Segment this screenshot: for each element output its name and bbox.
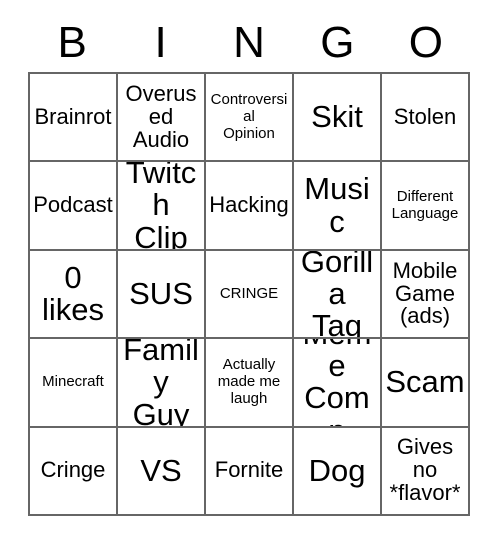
bingo-cell-g2[interactable]: Music [294,162,382,251]
bingo-cell-label: Family Guy [123,339,199,428]
bingo-cell-label: Gorilla Tag [300,250,374,340]
bingo-cell-label: Brainrot [34,103,112,129]
bingo-cell-g1[interactable]: Skit [294,74,382,163]
bingo-cell-label: Overused Audio [125,80,197,152]
bingo-cell-i3[interactable]: SUS [118,250,206,340]
bingo-cell-label: Twitch Clip [125,162,197,251]
bingo-header-row: B I N G O [28,14,470,72]
bingo-cell-b3[interactable]: 0 likes [30,250,118,340]
bingo-header-letter-b: B [57,18,87,67]
bingo-cell-label: CRINGE [219,284,279,302]
bingo-cell-n2[interactable]: Hacking [206,162,294,251]
bingo-cell-n5[interactable]: Fornite [206,427,294,516]
bingo-cell-label: Music [304,171,370,239]
bingo-cell-o5[interactable]: Gives no *flavor* [382,427,470,516]
bingo-grid: Brainrot Overused Audio Controversial Op… [28,72,470,516]
bingo-cell-label: 0 likes [41,259,104,327]
bingo-cell-o1[interactable]: Stolen [382,74,470,163]
bingo-cell-label: Actually made me laugh [217,356,281,407]
bingo-header-letter-g: G [320,18,355,67]
bingo-cell-label: Skit [311,99,363,135]
bingo-cell-g5[interactable]: Dog [294,427,382,516]
bingo-cell-label: Scam [385,364,465,400]
bingo-header-letter-n: N [233,18,265,67]
bingo-cell-b1[interactable]: Brainrot [30,74,118,163]
bingo-cell-label: Podcast [33,192,113,218]
bingo-cell-i2[interactable]: Twitch Clip [118,162,206,251]
bingo-cell-label: Different Language [391,187,459,222]
bingo-cell-label: Controversial Opinion [210,91,288,142]
bingo-cell-b4[interactable]: Minecraft [30,339,118,428]
bingo-cell-label: Meme Comp [303,339,372,425]
bingo-header-letter-o: O [408,18,443,67]
bingo-header-letter-i: I [154,18,167,67]
bingo-cell-i1[interactable]: Overused Audio [118,74,206,163]
bingo-cell-label: Stolen [393,103,457,129]
bingo-cell-n1[interactable]: Controversial Opinion [206,74,294,163]
bingo-cell-n4[interactable]: Actually made me laugh [206,339,294,428]
bingo-cell-b5[interactable]: Cringe [30,427,118,516]
bingo-cell-label: Minecraft [42,372,104,390]
bingo-cell-o2[interactable]: Different Language [382,162,470,251]
bingo-cell-label: Gives no *flavor* [389,434,461,506]
bingo-cell-g3[interactable]: Gorilla Tag [294,250,382,340]
bingo-cell-label: VS [140,452,182,488]
bingo-cell-n3[interactable]: CRINGE [206,250,294,340]
bingo-cell-label: Mobile Game (ads) [392,257,458,329]
bingo-cell-o4[interactable]: Scam [382,339,470,428]
bingo-cell-i5[interactable]: VS [118,427,206,516]
bingo-cell-label: SUS [129,275,193,311]
bingo-cell-o3[interactable]: Mobile Game (ads) [382,250,470,340]
bingo-cell-g4[interactable]: Meme Comp [294,339,382,428]
bingo-cell-b2[interactable]: Podcast [30,162,118,251]
bingo-cell-label: Fornite [214,457,284,483]
bingo-card: B I N G O Brainrot Overused Audio Contro… [0,0,500,544]
bingo-cell-i4[interactable]: Family Guy [118,339,206,428]
bingo-cell-label: Cringe [40,457,106,483]
bingo-cell-label: Dog [308,452,366,488]
bingo-cell-label: Hacking [209,192,289,218]
